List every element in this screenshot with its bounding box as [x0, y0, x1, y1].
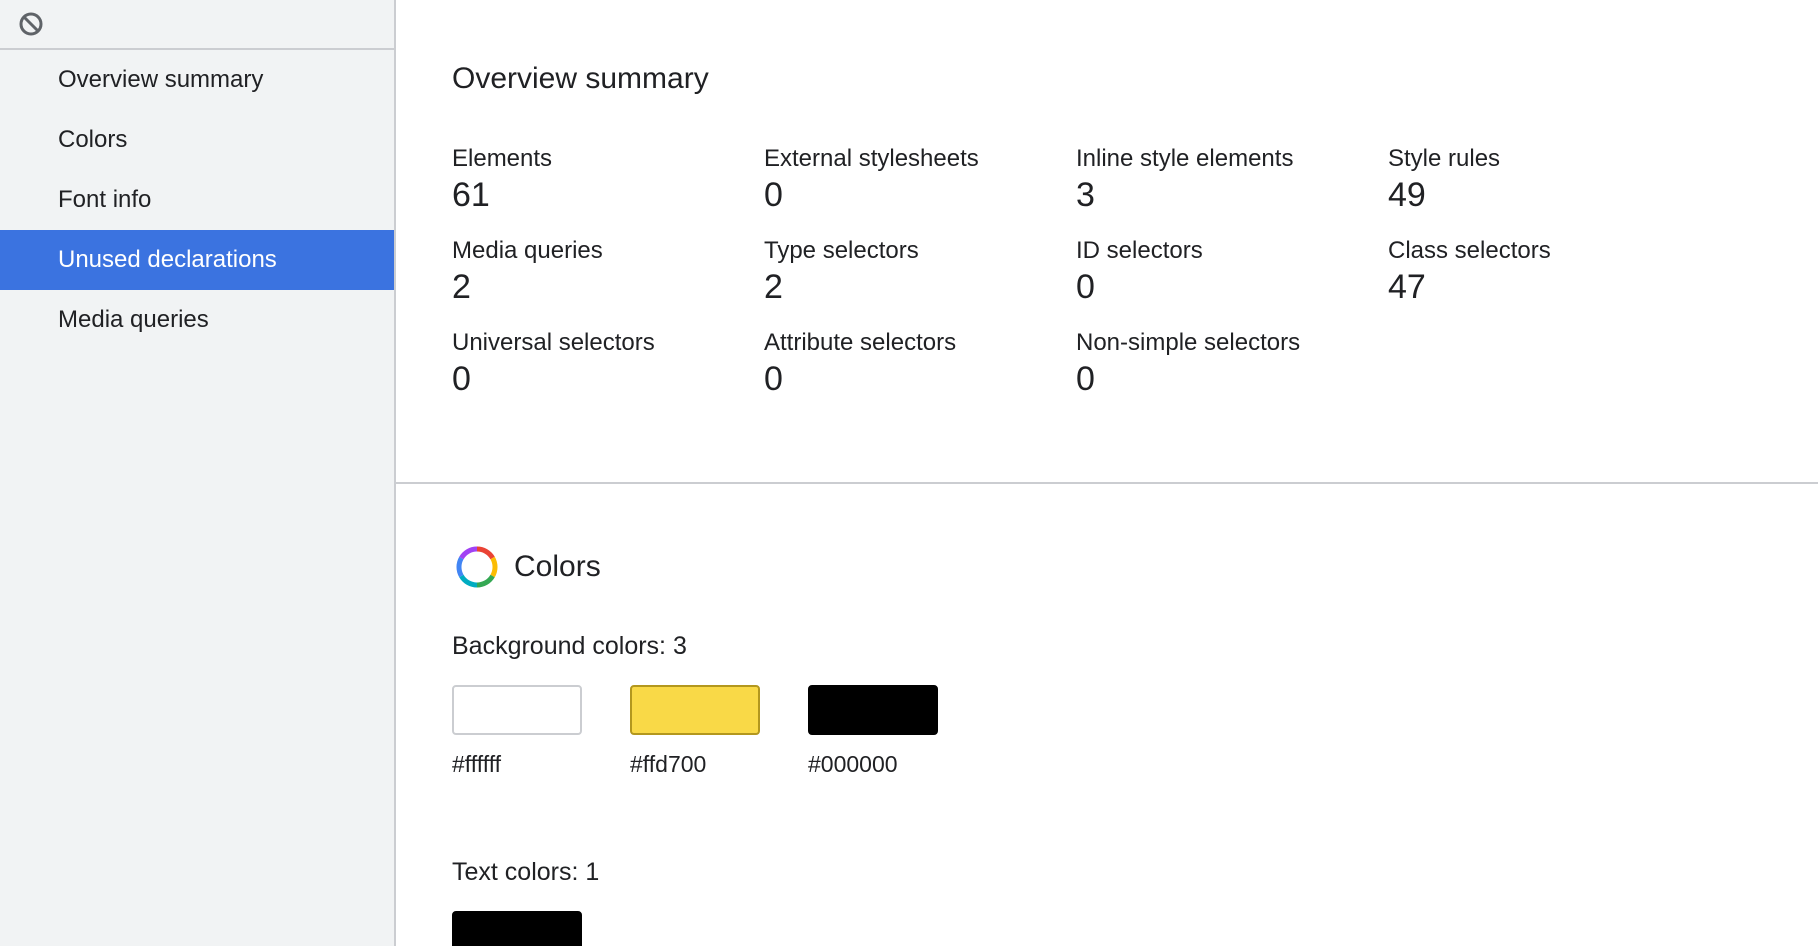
stat-non-simple-selectors: Non-simple selectors 0	[1076, 328, 1388, 400]
overview-summary-section: Overview summary Elements 61 External st…	[396, 0, 1818, 484]
stat-label: Universal selectors	[452, 329, 655, 356]
stat-universal-selectors: Universal selectors 0	[452, 328, 764, 400]
stat-label: Media queries	[452, 237, 603, 264]
sidebar-item-overview-summary[interactable]: Overview summary	[0, 50, 394, 110]
stat-label: Attribute selectors	[764, 329, 957, 356]
text-colors-list	[452, 911, 1818, 946]
sidebar-item-media-queries[interactable]: Media queries	[0, 290, 394, 350]
colors-section: Colors Background colors: 3 #ffffff #ffd…	[396, 484, 1818, 946]
clear-overview-button[interactable]	[16, 9, 46, 39]
stat-label: Style rules	[1388, 145, 1501, 172]
swatch-box	[808, 685, 938, 735]
background-swatch-gold[interactable]: #ffd700	[630, 685, 808, 778]
stat-type-selectors: Type selectors 2	[764, 236, 1076, 308]
background-colors-heading: Background colors: 3	[452, 632, 687, 660]
stat-value: 49	[1388, 176, 1426, 214]
stat-value: 0	[764, 360, 783, 398]
sidebar-item-colors[interactable]: Colors	[0, 110, 394, 170]
sidebar-item-unused-declarations[interactable]: Unused declarations	[0, 230, 394, 290]
sidebar-nav: Overview summary Colors Font info Unused…	[0, 50, 394, 350]
css-overview-panel: Overview summary Colors Font info Unused…	[0, 0, 1818, 946]
color-wheel-icon	[456, 546, 498, 588]
swatch-label: #ffd700	[630, 751, 707, 777]
stat-elements: Elements 61	[452, 144, 764, 216]
stat-label: Class selectors	[1388, 237, 1551, 264]
stat-style-rules: Style rules 49	[1388, 144, 1700, 216]
background-swatch-white[interactable]: #ffffff	[452, 685, 630, 778]
stat-id-selectors: ID selectors 0	[1076, 236, 1388, 308]
stat-label: Elements	[452, 145, 553, 172]
background-colors-list: #ffffff #ffd700 #000000	[452, 685, 1818, 778]
stat-value: 2	[452, 268, 471, 306]
block-icon	[19, 12, 43, 36]
overview-summary-title: Overview summary	[452, 62, 709, 95]
stat-label: Type selectors	[764, 237, 919, 264]
stat-value: 0	[1076, 360, 1095, 398]
sidebar-toolbar	[0, 0, 394, 50]
sidebar: Overview summary Colors Font info Unused…	[0, 0, 396, 946]
sidebar-item-font-info[interactable]: Font info	[0, 170, 394, 230]
text-swatch-black[interactable]	[452, 911, 630, 946]
swatch-box	[452, 685, 582, 735]
stats-grid: Elements 61 External stylesheets 0 Inlin…	[452, 144, 1818, 400]
stat-media-queries: Media queries 2	[452, 236, 764, 308]
colors-title: Colors	[514, 550, 601, 583]
stat-value: 0	[764, 176, 783, 214]
stat-value: 3	[1076, 176, 1095, 214]
swatch-label: #ffffff	[452, 751, 502, 777]
swatch-box	[630, 685, 760, 735]
stat-value: 61	[452, 176, 490, 214]
text-colors-heading: Text colors: 1	[452, 858, 600, 886]
stat-class-selectors: Class selectors 47	[1388, 236, 1700, 308]
stat-value: 2	[764, 268, 783, 306]
stat-label: External stylesheets	[764, 145, 979, 172]
swatch-label: #000000	[808, 751, 898, 777]
background-swatch-black[interactable]: #000000	[808, 685, 986, 778]
stat-value: 0	[1076, 268, 1095, 306]
stat-attribute-selectors: Attribute selectors 0	[764, 328, 1076, 400]
stat-value: 47	[1388, 268, 1426, 306]
stat-label: Inline style elements	[1076, 145, 1294, 172]
main-content: Overview summary Elements 61 External st…	[396, 0, 1818, 946]
stat-label: Non-simple selectors	[1076, 329, 1301, 356]
colors-header: Colors	[452, 546, 1818, 588]
swatch-box	[452, 911, 582, 946]
stat-value: 0	[452, 360, 471, 398]
stat-external-stylesheets: External stylesheets 0	[764, 144, 1076, 216]
stat-inline-style-elements: Inline style elements 3	[1076, 144, 1388, 216]
stat-label: ID selectors	[1076, 237, 1203, 264]
